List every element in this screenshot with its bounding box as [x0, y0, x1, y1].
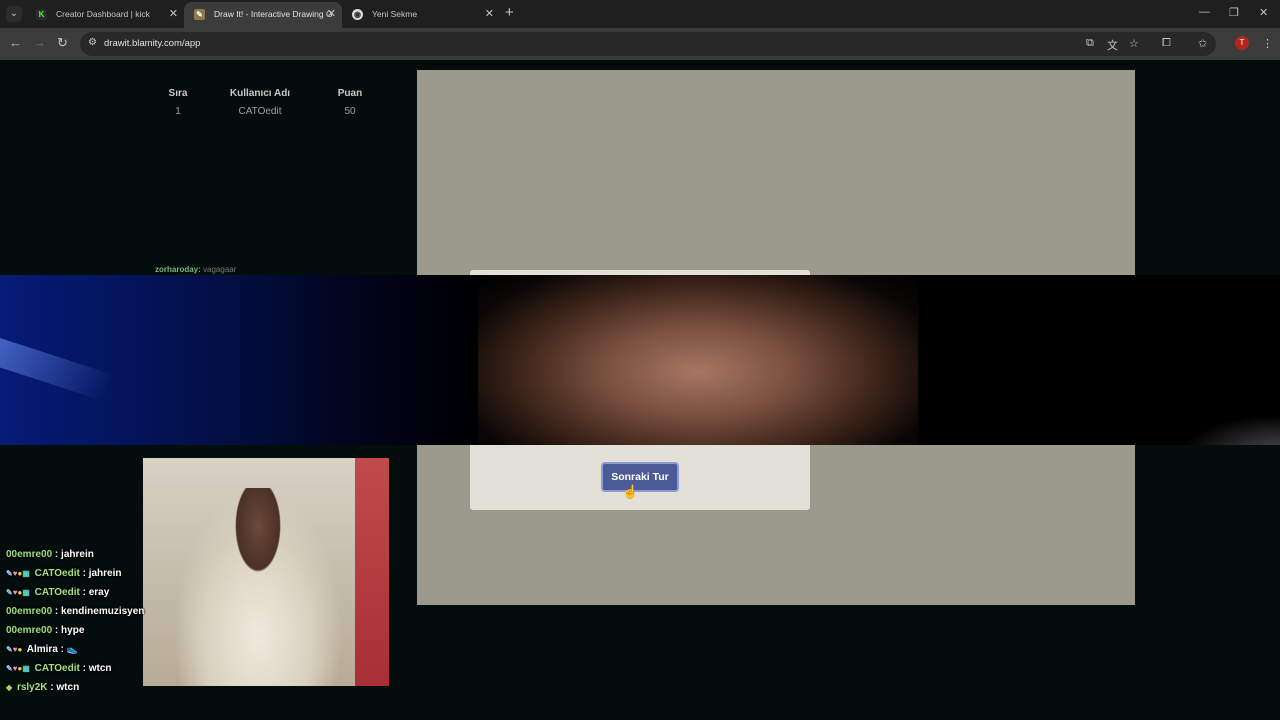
- chat-username: 00emre00: [6, 549, 53, 560]
- chat-separator: :: [57, 644, 67, 655]
- bookmarks-icon[interactable]: ✩: [1198, 37, 1207, 50]
- minimize-icon[interactable]: —: [1199, 6, 1210, 18]
- tab-title: Yeni Sekme: [372, 9, 418, 19]
- translate-icon[interactable]: 文: [1107, 37, 1118, 53]
- chat-badges-icon: ◆: [6, 683, 13, 692]
- tab-strip: ⌄ K Creator Dashboard | kick ✕ ✎ Draw It…: [0, 0, 1280, 28]
- chat-username: 00emre00: [6, 625, 53, 636]
- tab-creator-dashboard[interactable]: K Creator Dashboard | kick ✕: [26, 2, 184, 28]
- chat-badges-icon: ✎♥●▦: [6, 569, 30, 578]
- chat-username: CATOedit: [34, 587, 80, 598]
- chat-message: 00emre00 : kendinemuzisyen: [6, 606, 206, 625]
- chat-username: 00emre00: [6, 606, 53, 617]
- chat-message: 00emre00 : hype: [6, 625, 206, 644]
- close-icon[interactable]: ✕: [169, 2, 178, 26]
- chat-emote-icon: 👟: [66, 644, 78, 654]
- chat-username: rsly2K: [16, 682, 48, 693]
- username-cell: CATOedit: [238, 106, 282, 117]
- window-close-icon[interactable]: ✕: [1259, 6, 1268, 19]
- chat-text: vagagaar: [203, 265, 237, 274]
- stream-video-overlay: [0, 275, 1280, 445]
- chat-username: CATOedit: [34, 568, 80, 579]
- chat-message: ✎♥● Almira : 👟: [6, 644, 206, 663]
- chat-message: ✎♥●▦ CATOedit : eray: [6, 587, 206, 606]
- cast-icon[interactable]: ⧉: [1086, 37, 1094, 50]
- tab-draw-it[interactable]: ✎ Draw It! - Interactive Drawing G ✕: [184, 2, 342, 28]
- chat-message: ✎♥●▦ CATOedit : wtcn: [6, 663, 206, 682]
- chat-message: ✎♥●▦ CATOedit : jahrein: [6, 568, 206, 587]
- stream-chat: 00emre00 : jahrein ✎♥●▦ CATOedit : jahre…: [6, 549, 206, 701]
- chat-separator: :: [52, 625, 62, 636]
- chat-separator: :: [52, 549, 62, 560]
- tab-new-tab[interactable]: ◉ Yeni Sekme ✕: [342, 2, 500, 28]
- back-icon[interactable]: ←: [9, 36, 22, 50]
- tab-title: Creator Dashboard | kick: [56, 9, 150, 19]
- new-tab-button[interactable]: +: [505, 4, 514, 22]
- kick-icon: K: [36, 9, 47, 20]
- light-streak: [0, 337, 112, 401]
- rank-header: Sıra: [168, 88, 188, 99]
- chat-badges-icon: ✎♥●: [6, 645, 23, 654]
- score-cell: 50: [344, 106, 356, 117]
- reload-icon[interactable]: ↻: [57, 36, 68, 50]
- chat-text: wtcn: [56, 682, 80, 693]
- chat-text: wtcn: [88, 663, 112, 674]
- chat-username: Almira: [26, 644, 58, 655]
- browser-toolbar: ← → ↻ ⚙ drawit.blamity.com/app ⧉ 文 ☆ ⧠ ✩…: [0, 28, 1280, 60]
- forward-icon[interactable]: →: [33, 36, 46, 50]
- rank-cell: 1: [175, 106, 181, 117]
- chat-message: 00emre00 : jahrein: [6, 549, 206, 568]
- light-glow: [1180, 415, 1280, 445]
- chat-message: ◆ rsly2K : wtcn: [6, 682, 206, 701]
- menu-icon[interactable]: ⋮: [1262, 37, 1273, 50]
- close-icon[interactable]: ✕: [485, 2, 494, 26]
- profile-avatar[interactable]: T: [1235, 36, 1249, 50]
- chat-text: jahrein: [61, 549, 94, 560]
- tab-title: Draw It! - Interactive Drawing G: [214, 9, 333, 19]
- chat-separator: :: [79, 663, 89, 674]
- face-video-frame: [478, 275, 918, 445]
- chat-separator: :: [52, 606, 62, 617]
- chat-badges-icon: ✎♥●▦: [6, 588, 30, 597]
- restore-icon[interactable]: ❐: [1229, 6, 1239, 19]
- close-icon[interactable]: ✕: [327, 2, 336, 26]
- chat-text: kendinemuzisyen: [61, 606, 145, 617]
- chat-badges-icon: ✎♥●▦: [6, 664, 30, 673]
- page-content: Sıra Kullanıcı Adı Puan 1 CATOedit 50 zo…: [0, 60, 1280, 720]
- extensions-icon[interactable]: ⧠: [1162, 37, 1171, 50]
- url-text[interactable]: drawit.blamity.com/app: [104, 38, 200, 49]
- next-round-button[interactable]: Sonraki Tur: [601, 462, 679, 492]
- photo-red-fabric: [355, 458, 389, 686]
- bookmark-star-icon[interactable]: ☆: [1129, 37, 1139, 50]
- chat-username: zorharoday:: [155, 265, 201, 274]
- hand-cursor-icon: ☝: [622, 484, 639, 499]
- chat-separator: :: [79, 587, 89, 598]
- overlay-chat-message: zorharoday: vagagaar: [155, 265, 236, 274]
- score-header: Puan: [337, 88, 363, 99]
- drawit-icon: ✎: [194, 9, 205, 20]
- tab-search-button[interactable]: ⌄: [6, 6, 22, 22]
- chat-text: jahrein: [88, 568, 122, 579]
- site-info-icon[interactable]: ⚙: [88, 37, 97, 48]
- chat-text: eray: [88, 587, 110, 598]
- chat-username: CATOedit: [34, 663, 80, 674]
- address-bar[interactable]: ⚙ drawit.blamity.com/app ⧉ 文 ☆: [80, 32, 1216, 56]
- chat-text: hype: [61, 625, 85, 636]
- chat-separator: :: [79, 568, 89, 579]
- username-header: Kullanıcı Adı: [229, 88, 291, 99]
- chrome-icon: ◉: [352, 9, 363, 20]
